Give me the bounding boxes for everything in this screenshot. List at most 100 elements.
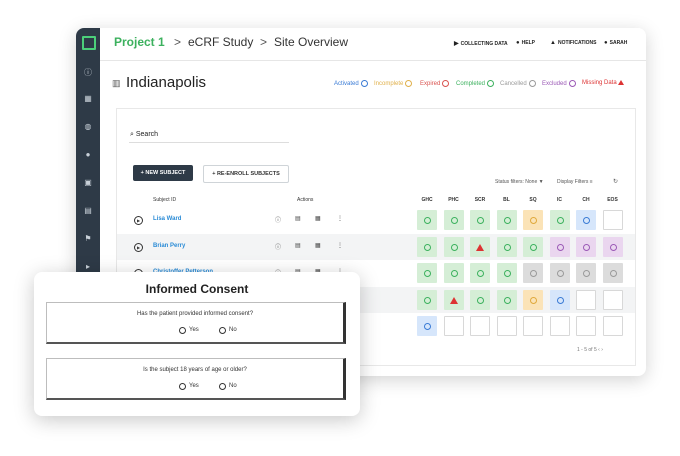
clipboard-icon[interactable]: ▤ bbox=[295, 215, 301, 222]
status-cell-missing[interactable] bbox=[443, 289, 464, 310]
status-cell-completed[interactable] bbox=[470, 210, 490, 230]
status-cell-completed[interactable] bbox=[417, 289, 437, 310]
status-cell-excluded[interactable] bbox=[549, 236, 570, 257]
consent-no-radio[interactable] bbox=[219, 327, 226, 334]
image-icon[interactable]: ▣ bbox=[76, 176, 100, 190]
status-cell-excluded[interactable] bbox=[576, 236, 596, 257]
status-cell-completed[interactable] bbox=[523, 236, 543, 257]
consent-yes-radio[interactable] bbox=[179, 327, 186, 334]
globe-icon[interactable]: ◍ bbox=[76, 120, 100, 134]
status-cell-completed[interactable] bbox=[496, 236, 517, 257]
reenroll-subjects-button[interactable]: + RE-ENROLL SUBJECTS bbox=[203, 165, 289, 183]
legend-excluded: Excluded bbox=[542, 80, 576, 87]
completed-icon bbox=[450, 243, 458, 251]
status-cell-cancelled[interactable] bbox=[602, 263, 623, 283]
status-cell-completed[interactable] bbox=[470, 289, 490, 310]
search-input[interactable]: ⌕ Search bbox=[130, 131, 158, 139]
status-cell-completed[interactable] bbox=[496, 210, 517, 230]
completed-icon bbox=[424, 296, 431, 304]
status-filters[interactable]: Status filters: None ▼ bbox=[495, 179, 544, 185]
no-label: No bbox=[229, 327, 237, 333]
status-cell-activated[interactable] bbox=[549, 289, 570, 310]
status-cell-missing[interactable] bbox=[470, 236, 490, 257]
open-subject-icon[interactable]: ▶ bbox=[134, 242, 143, 252]
status-cell-completed[interactable] bbox=[496, 263, 517, 283]
status-cell-completed[interactable] bbox=[443, 210, 464, 230]
more-icon[interactable]: ⋮ bbox=[337, 215, 343, 222]
status-cell-incomplete[interactable] bbox=[523, 289, 543, 310]
column-header-subject[interactable]: Subject ID bbox=[153, 197, 176, 203]
question-text: Has the patient provided informed consen… bbox=[136, 311, 254, 317]
filter-icon: ▼ bbox=[538, 179, 544, 185]
completed-icon bbox=[503, 296, 511, 304]
phase-header-phc: PHC bbox=[448, 197, 459, 203]
cancelled-icon bbox=[530, 270, 537, 277]
status-collecting[interactable]: ▶ COLLECTING DATA bbox=[454, 40, 508, 47]
notifications-link[interactable]: ▲ NOTIFICATIONS bbox=[550, 40, 596, 46]
status-cell-excluded[interactable] bbox=[602, 236, 623, 257]
status-cell-completed[interactable] bbox=[549, 210, 570, 230]
completed-icon bbox=[556, 217, 564, 224]
cancelled-icon bbox=[583, 270, 590, 277]
status-cell-cancelled[interactable] bbox=[523, 263, 543, 283]
completed-icon bbox=[424, 217, 431, 224]
flag-icon[interactable]: ⚑ bbox=[76, 232, 100, 246]
status-cell-completed[interactable] bbox=[443, 263, 464, 283]
status-cell-completed[interactable] bbox=[417, 236, 437, 257]
excluded-icon bbox=[583, 243, 590, 251]
grid-icon[interactable]: ▦ bbox=[315, 242, 321, 249]
search-underline bbox=[129, 142, 289, 143]
document-icon[interactable]: ▤ bbox=[76, 204, 100, 218]
help-link[interactable]: ● HELP bbox=[516, 40, 535, 46]
status-cell-cancelled[interactable] bbox=[576, 263, 596, 283]
phase-header-bl: BL bbox=[503, 197, 510, 203]
incomplete-icon bbox=[530, 296, 537, 304]
user-menu[interactable]: ● SARAH bbox=[604, 40, 627, 46]
top-bar: Project 1 > eCRF Study > Site Overview ▶… bbox=[100, 28, 646, 61]
completed-icon bbox=[450, 270, 458, 277]
status-cell-empty bbox=[496, 316, 517, 336]
alert-icon[interactable]: ● bbox=[76, 148, 100, 162]
grid-icon[interactable]: ▦ bbox=[315, 215, 321, 222]
status-cell-completed[interactable] bbox=[417, 210, 437, 230]
display-filters[interactable]: Display Filters ≡ bbox=[557, 179, 593, 185]
breadcrumb-separator: > bbox=[174, 35, 182, 49]
more-icon[interactable]: ⋮ bbox=[337, 242, 343, 249]
completed-icon bbox=[477, 270, 484, 277]
status-cell-completed[interactable] bbox=[417, 263, 437, 283]
info-icon[interactable]: ⓘ bbox=[275, 215, 281, 224]
status-cell-empty bbox=[576, 316, 596, 336]
phase-header-ghc: GHC bbox=[421, 197, 433, 203]
completed-icon bbox=[424, 243, 431, 251]
refresh-icon[interactable]: ↻ bbox=[613, 178, 618, 185]
open-subject-icon[interactable]: ▶ bbox=[134, 216, 143, 225]
status-cell-incomplete[interactable] bbox=[523, 210, 543, 230]
status-cell-activated[interactable] bbox=[576, 210, 596, 230]
status-cell-completed[interactable] bbox=[496, 289, 517, 310]
breadcrumb-study[interactable]: eCRF Study bbox=[188, 35, 253, 49]
app-logo[interactable] bbox=[82, 36, 96, 50]
legend-missing-data: Missing Data bbox=[582, 80, 625, 86]
info-icon[interactable]: ⓘ bbox=[76, 66, 100, 80]
modal-title: Informed Consent bbox=[145, 282, 249, 296]
subject-link[interactable]: Lisa Ward bbox=[153, 216, 181, 222]
legend-incomplete: Incomplete bbox=[374, 80, 413, 87]
info-icon[interactable]: ⓘ bbox=[275, 242, 281, 251]
dashboard-icon[interactable]: ▦ bbox=[76, 92, 100, 106]
status-cell-completed[interactable] bbox=[470, 263, 490, 283]
subject-link[interactable]: Brian Perry bbox=[153, 243, 185, 249]
age-no-radio[interactable] bbox=[219, 383, 226, 390]
building-icon: ▥ bbox=[112, 78, 121, 88]
status-cell-completed[interactable] bbox=[443, 236, 464, 257]
question-text: Is the subject 18 years of age or older? bbox=[143, 367, 247, 373]
age-yes-radio[interactable] bbox=[179, 383, 186, 390]
new-subject-button[interactable]: + NEW SUBJECT bbox=[133, 165, 193, 181]
status-cell-activated[interactable] bbox=[417, 316, 437, 336]
legend-completed: Completed bbox=[456, 80, 495, 87]
next-page-icon[interactable]: › bbox=[601, 347, 603, 353]
breadcrumb-project[interactable]: Project 1 bbox=[114, 35, 165, 49]
clipboard-icon[interactable]: ▤ bbox=[295, 242, 301, 249]
prev-page-icon[interactable]: ‹ bbox=[598, 347, 600, 353]
legend-activated: Activated bbox=[334, 80, 368, 87]
status-cell-cancelled[interactable] bbox=[549, 263, 570, 283]
